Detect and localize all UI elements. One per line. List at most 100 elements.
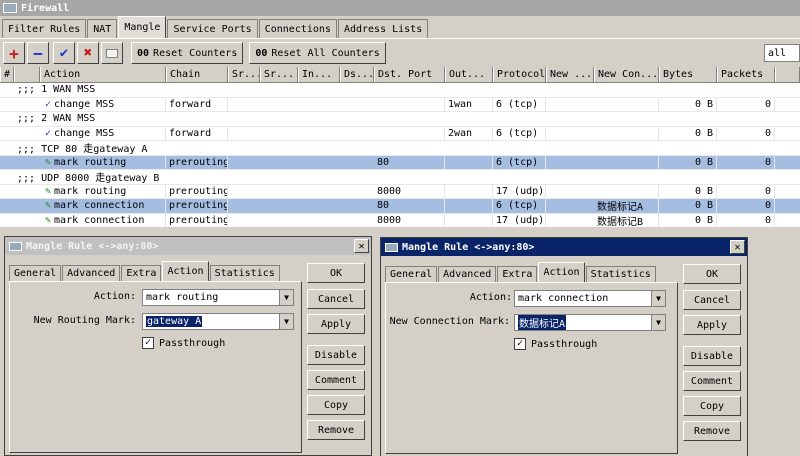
chevron-down-icon[interactable]: ▼: [279, 290, 293, 305]
col-header-index[interactable]: #: [0, 67, 14, 82]
apply-button[interactable]: Apply: [307, 314, 365, 334]
col-header-out-interface[interactable]: Out...: [445, 67, 493, 82]
table-row[interactable]: ✎ mark connection prerouting 8000 17 (udp) 数据…: [0, 213, 800, 227]
col-header-dst-address[interactable]: Ds...: [340, 67, 374, 82]
action-text: mark connection: [54, 214, 145, 226]
col-header-flags[interactable]: [14, 67, 40, 82]
comment-row[interactable]: ;;; TCP 80 走gateway A: [0, 141, 800, 156]
cancel-button[interactable]: Cancel: [307, 289, 365, 309]
tab-action[interactable]: Action: [162, 261, 209, 281]
cell-packets: 0: [717, 184, 775, 198]
cancel-button[interactable]: Cancel: [683, 290, 741, 310]
note-icon: [106, 48, 118, 58]
tab-statistics[interactable]: Statistics: [209, 265, 280, 281]
table-row[interactable]: ✓ change MSS forward 2wan 6 (tcp) 0 B0: [0, 126, 800, 141]
cell-chain: prerouting: [166, 184, 228, 198]
cell-dst-port: 80: [374, 199, 445, 213]
routing-mark-combo[interactable]: gateway A ▼: [142, 313, 294, 330]
tab-advanced[interactable]: Advanced: [62, 265, 121, 281]
tab-filter-rules[interactable]: Filter Rules: [2, 19, 87, 38]
cell-new-conn: [594, 155, 659, 169]
close-icon: ✕: [734, 241, 741, 253]
tab-extra[interactable]: Extra: [497, 266, 538, 282]
col-header-bytes[interactable]: Bytes: [659, 67, 717, 82]
cell-out: [445, 155, 493, 169]
tab-nat[interactable]: NAT: [87, 19, 118, 38]
apply-button[interactable]: Apply: [683, 315, 741, 335]
col-header-dst-port[interactable]: Dst. Port: [374, 67, 445, 82]
comment-button[interactable]: Comment: [307, 370, 365, 390]
col-header-packets[interactable]: Packets: [717, 67, 775, 82]
comment-row[interactable]: ;;; 2 WAN MSS: [0, 112, 800, 127]
action-select[interactable]: mark routing ▼: [142, 289, 294, 306]
copy-button[interactable]: Copy: [307, 395, 365, 415]
checkbox-box[interactable]: ✓: [142, 337, 154, 349]
dialog-titlebar[interactable]: Mangle Rule <->any:80>: [381, 238, 747, 256]
remove-button[interactable]: Remove: [683, 421, 741, 441]
disable-button[interactable]: Disable: [307, 345, 365, 365]
copy-button[interactable]: Copy: [683, 396, 741, 416]
tab-extra[interactable]: Extra: [121, 265, 162, 281]
tab-service-ports[interactable]: Service Ports: [167, 19, 258, 38]
col-header-src-port[interactable]: Sr...: [260, 67, 298, 82]
action-value: mark connection: [518, 293, 609, 304]
checkbox-box[interactable]: ✓: [514, 338, 526, 350]
comment-row[interactable]: ;;; 1 WAN MSS: [0, 83, 800, 98]
col-header-chain[interactable]: Chain: [166, 67, 228, 82]
ok-button[interactable]: OK: [683, 264, 741, 284]
disable-button[interactable]: Disable: [683, 346, 741, 366]
table-row[interactable]: ✎ mark connection prerouting 80 6 (tcp) 数据标记A…: [0, 199, 800, 214]
dialog-title: Mangle Rule <->any:80>: [402, 241, 535, 253]
tab-mangle[interactable]: Mangle: [118, 16, 167, 38]
tab-general[interactable]: General: [385, 266, 438, 282]
connection-mark-combo[interactable]: 数据标记A ▼: [514, 314, 666, 331]
table-row[interactable]: ✎ mark routing prerouting 80 6 (tcp) 0 B0: [0, 155, 800, 170]
chevron-down-icon[interactable]: ▼: [279, 314, 293, 329]
table-row[interactable]: ✎ mark routing prerouting 8000 17 (udp) 0 B0: [0, 184, 800, 199]
tab-address-lists[interactable]: Address Lists: [337, 19, 429, 38]
col-header-new-routing-mark[interactable]: New ...: [546, 67, 594, 82]
tab-advanced[interactable]: Advanced: [438, 266, 497, 282]
tab-connections[interactable]: Connections: [258, 19, 337, 38]
ok-button[interactable]: OK: [307, 263, 365, 283]
passthrough-checkbox[interactable]: ✓ Passthrough: [142, 337, 225, 349]
comment-button[interactable]: Comment: [683, 371, 741, 391]
pen-icon: ✎: [45, 156, 52, 168]
cell-out: 2wan: [445, 126, 493, 140]
col-header-in-interface[interactable]: In...: [298, 67, 340, 82]
disable-button[interactable]: ✖: [77, 42, 99, 64]
col-header-action[interactable]: Action: [40, 67, 166, 82]
tab-statistics[interactable]: Statistics: [585, 266, 656, 282]
enable-button[interactable]: ✔: [53, 42, 75, 64]
col-header-new-connection-mark[interactable]: New Con...: [594, 67, 659, 82]
close-button[interactable]: ✕: [354, 239, 369, 253]
reset-counters-button[interactable]: 00 Reset Counters: [131, 42, 244, 64]
col-header-src-address[interactable]: Sr...: [228, 67, 260, 82]
chevron-down-icon[interactable]: ▼: [651, 291, 665, 306]
close-button[interactable]: ✕: [730, 240, 745, 254]
reset-all-counters-button[interactable]: 00 Reset All Counters: [249, 42, 386, 64]
cell-new-conn: 数据标记A: [594, 199, 659, 213]
add-button[interactable]: +: [3, 42, 25, 64]
reset-all-counters-label: Reset All Counters: [271, 47, 380, 59]
remove-button[interactable]: −: [27, 42, 49, 64]
passthrough-checkbox[interactable]: ✓ Passthrough: [514, 338, 597, 350]
dialog-tabs: General Advanced Extra Action Statistics: [385, 262, 657, 282]
comment-button[interactable]: [101, 42, 123, 64]
table-row[interactable]: ✓ change MSS forward 1wan 6 (tcp) 0 B0: [0, 97, 800, 112]
col-header-protocol[interactable]: Protocol: [493, 67, 546, 82]
chevron-down-icon[interactable]: ▼: [651, 315, 665, 330]
tab-action[interactable]: Action: [538, 262, 585, 282]
cell-chain: prerouting: [166, 199, 228, 213]
window-icon: [9, 241, 22, 251]
remove-button[interactable]: Remove: [307, 420, 365, 440]
filter-select[interactable]: all: [764, 44, 800, 62]
cell-dst-port: 8000: [374, 184, 445, 198]
cell-protocol: 6 (tcp): [493, 155, 546, 169]
comment-row[interactable]: ;;; UDP 8000 走gateway B: [0, 170, 800, 185]
check-icon: ✔: [59, 45, 69, 61]
col-header-more[interactable]: [775, 67, 800, 82]
tab-general[interactable]: General: [9, 265, 62, 281]
dialog-titlebar[interactable]: Mangle Rule <->any:80>: [5, 237, 371, 255]
action-select[interactable]: mark connection ▼: [514, 290, 666, 307]
